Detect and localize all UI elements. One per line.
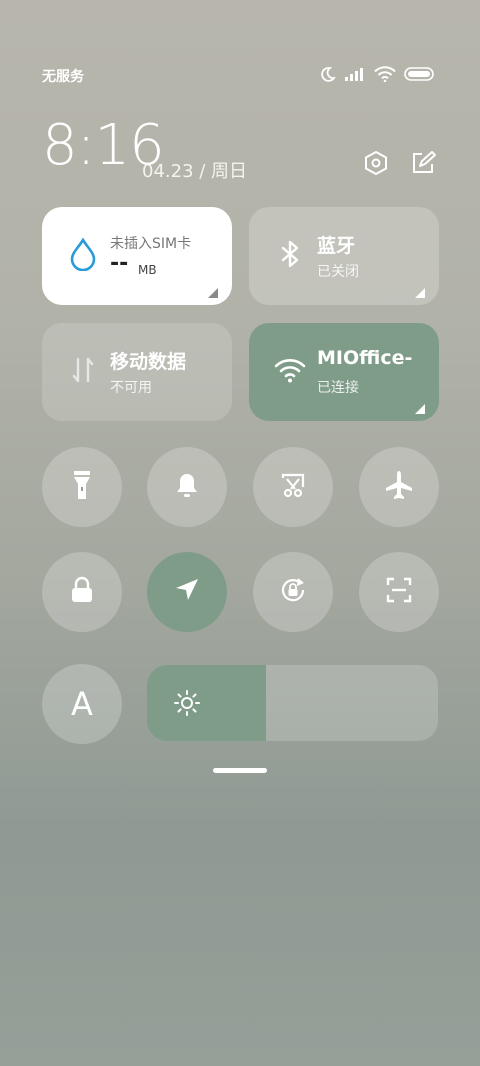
- wifi-icon: [273, 353, 307, 387]
- mobile-data-tile[interactable]: 移动数据 不可用: [42, 323, 232, 421]
- sun-icon: [173, 689, 201, 721]
- rotation-lock-icon: [276, 573, 310, 611]
- status-icons: [320, 66, 434, 82]
- bluetooth-title: 蓝牙: [317, 235, 356, 257]
- expand-corner-icon: [415, 283, 425, 298]
- mobile-data-title: 移动数据: [110, 351, 187, 373]
- bell-icon: [172, 470, 202, 504]
- sound-toggle[interactable]: [147, 447, 227, 527]
- lock-screen-toggle[interactable]: [42, 552, 122, 632]
- brightness-fill: [147, 665, 267, 741]
- bluetooth-tile[interactable]: 蓝牙 已关闭: [249, 207, 439, 305]
- lock-icon: [68, 575, 96, 609]
- bluetooth-status: 已关闭: [317, 264, 359, 280]
- scan-icon: [384, 575, 414, 609]
- wifi-network-name: MIOffice-: [317, 347, 413, 369]
- sim-status-label: 未插入SIM卡: [110, 236, 192, 252]
- location-toggle[interactable]: [147, 552, 227, 632]
- wifi-icon: [374, 66, 396, 82]
- wifi-status: 已连接: [317, 380, 359, 396]
- edit-icon[interactable]: [410, 150, 436, 176]
- scanner-toggle[interactable]: [359, 552, 439, 632]
- bluetooth-icon: [273, 237, 307, 271]
- data-usage-unit: MB: [138, 263, 157, 277]
- clock-date: 04.23 / 周日: [142, 161, 248, 182]
- flashlight-icon: [67, 468, 97, 506]
- rotation-lock-toggle[interactable]: [253, 552, 333, 632]
- airplane-icon: [383, 469, 415, 505]
- drop-icon: [66, 237, 100, 272]
- font-size-toggle[interactable]: A: [42, 664, 122, 744]
- moon-icon: [320, 66, 336, 82]
- expand-corner-icon: [208, 283, 218, 298]
- drag-handle[interactable]: [213, 768, 267, 773]
- flashlight-toggle[interactable]: [42, 447, 122, 527]
- airplane-toggle[interactable]: [359, 447, 439, 527]
- data-arrows-icon: [66, 353, 100, 387]
- data-usage-tile[interactable]: 未插入SIM卡 -- MB: [42, 207, 232, 305]
- screenshot-icon: [278, 470, 308, 504]
- wifi-tile[interactable]: MIOffice- 已连接: [249, 323, 439, 421]
- mobile-data-status: 不可用: [110, 380, 152, 396]
- screenshot-toggle[interactable]: [253, 447, 333, 527]
- location-icon: [172, 575, 202, 609]
- data-usage-value: --: [110, 251, 129, 276]
- settings-icon[interactable]: [363, 150, 389, 176]
- carrier-status: 无服务: [42, 69, 84, 85]
- brightness-slider[interactable]: [147, 665, 438, 741]
- expand-corner-icon: [415, 399, 425, 414]
- signal-icon: [344, 67, 366, 81]
- battery-icon: [404, 67, 434, 81]
- font-size-label: A: [71, 685, 93, 723]
